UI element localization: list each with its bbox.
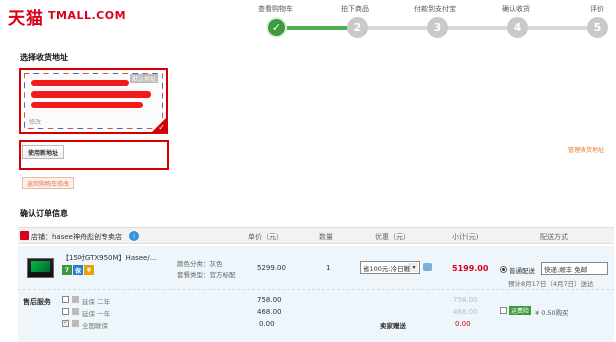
seller-gift-label: 卖家赠送 [380, 322, 406, 330]
column-header-qty: 数量 [319, 233, 333, 241]
shop-name-link[interactable]: 店铺：hasee神舟彪创专卖店 [31, 232, 122, 242]
product-name-link[interactable]: 【15吋GTX950M】Hasee/... [62, 253, 156, 263]
address-section-title: 选择收货地址 [20, 53, 68, 62]
redacted-address-line-2 [31, 102, 143, 108]
step-circle-4: 4 [507, 17, 528, 38]
warranty-icon [72, 296, 79, 303]
back-to-cart-button[interactable]: 返回购物车修改 [22, 177, 75, 189]
price-protect-badge: ¥ [84, 265, 94, 275]
shop-info-icon[interactable]: i [129, 231, 139, 241]
use-new-address-button[interactable]: 使用新地址 [22, 145, 65, 159]
product-thumbnail[interactable] [27, 258, 54, 278]
warranty-1yr-subtotal: 468.00 [453, 308, 478, 316]
subtotal-price: 5199.00 [452, 264, 489, 273]
warranty-1yr-name: 延保 一年 [82, 310, 111, 318]
step-circle-3: 3 [427, 17, 448, 38]
delivery-estimate: 预计8月17日（4月7日）送达 [508, 280, 594, 288]
chevron-down-icon: ▾ [409, 263, 418, 272]
column-header-subtotal: 小计(元) [452, 233, 479, 241]
national-warranty-name: 全国联保 [82, 322, 108, 330]
shipping-radio[interactable] [500, 266, 507, 273]
discount-select[interactable]: 省100元:冷日鞭 ▾ [360, 261, 420, 274]
shipping-insurance-tag: 运费险 [509, 306, 532, 315]
step-circle-2: 2 [347, 17, 368, 38]
shipping-insurance-checkbox[interactable] [500, 307, 507, 314]
step-progress-line-done [277, 26, 357, 30]
warranty-icon [72, 320, 79, 327]
step-label-1: 查看购物车 [258, 5, 293, 13]
edit-address-link[interactable]: 修改 [29, 117, 41, 126]
warranty-icon [72, 308, 79, 315]
warranty-2yr-subtotal: 758.00 [453, 296, 478, 304]
tmall-logo-cn[interactable]: 天猫 [8, 4, 44, 29]
product-color-attr: 颜色分类：灰色 [177, 260, 223, 268]
unit-price: 5299.00 [257, 264, 286, 272]
shipping-select[interactable]: 快递:顺丰 免邮 [541, 262, 608, 275]
shipping-insurance-price: ¥ 0.50购买 [535, 309, 569, 317]
warranty-1yr-price: 468.00 [257, 308, 282, 316]
chat-icon[interactable] [423, 263, 432, 271]
column-header-price: 单价（元） [248, 233, 283, 241]
quantity: 1 [326, 264, 331, 272]
manage-address-link[interactable]: 管理收货地址 [568, 145, 604, 154]
step-label-2: 拍下商品 [341, 5, 369, 13]
warranty-2yr-checkbox[interactable] [62, 296, 69, 303]
address-card-selected[interactable]: 默认地址 修改 ✓ [19, 68, 168, 134]
warranty-2yr-price: 758.00 [257, 296, 282, 304]
guarantee-badge: 保 [73, 265, 83, 275]
discount-select-value: 省100元:冷日鞭 [363, 264, 411, 273]
seven-day-return-badge: 7 [62, 265, 72, 275]
step-circle-5: 5 [587, 17, 608, 38]
tmall-logo-en[interactable]: TMALL.COM [48, 9, 126, 22]
warranty-2yr-name: 延保 二年 [82, 298, 111, 306]
shipping-method-label: 普通配送 [509, 267, 535, 275]
default-address-tag: 默认地址 [129, 74, 158, 83]
shop-icon [20, 231, 29, 240]
redacted-address-line-1 [31, 91, 151, 98]
step-label-5: 评价 [590, 5, 604, 13]
national-warranty-subtotal: 0.00 [455, 320, 471, 328]
product-package-attr: 套餐类型：官方标配 [177, 271, 236, 279]
national-warranty-checkbox[interactable] [62, 318, 69, 327]
step-progress-line [357, 26, 597, 30]
redacted-name [31, 80, 129, 86]
step-label-4: 确认收货 [502, 5, 530, 13]
after-sales-label: 售后服务 [23, 298, 51, 306]
step-label-3: 付款到支付宝 [414, 5, 456, 13]
order-section-title: 确认订单信息 [20, 209, 68, 218]
warranty-1yr-checkbox[interactable] [62, 308, 69, 315]
check-icon: ✓ [158, 123, 165, 132]
column-header-shipping: 配送方式 [540, 233, 568, 241]
column-header-discount: 优惠（元） [375, 233, 410, 241]
national-warranty-price: 0.00 [259, 320, 275, 328]
step-circle-1-check-icon: ✓ [266, 17, 287, 38]
